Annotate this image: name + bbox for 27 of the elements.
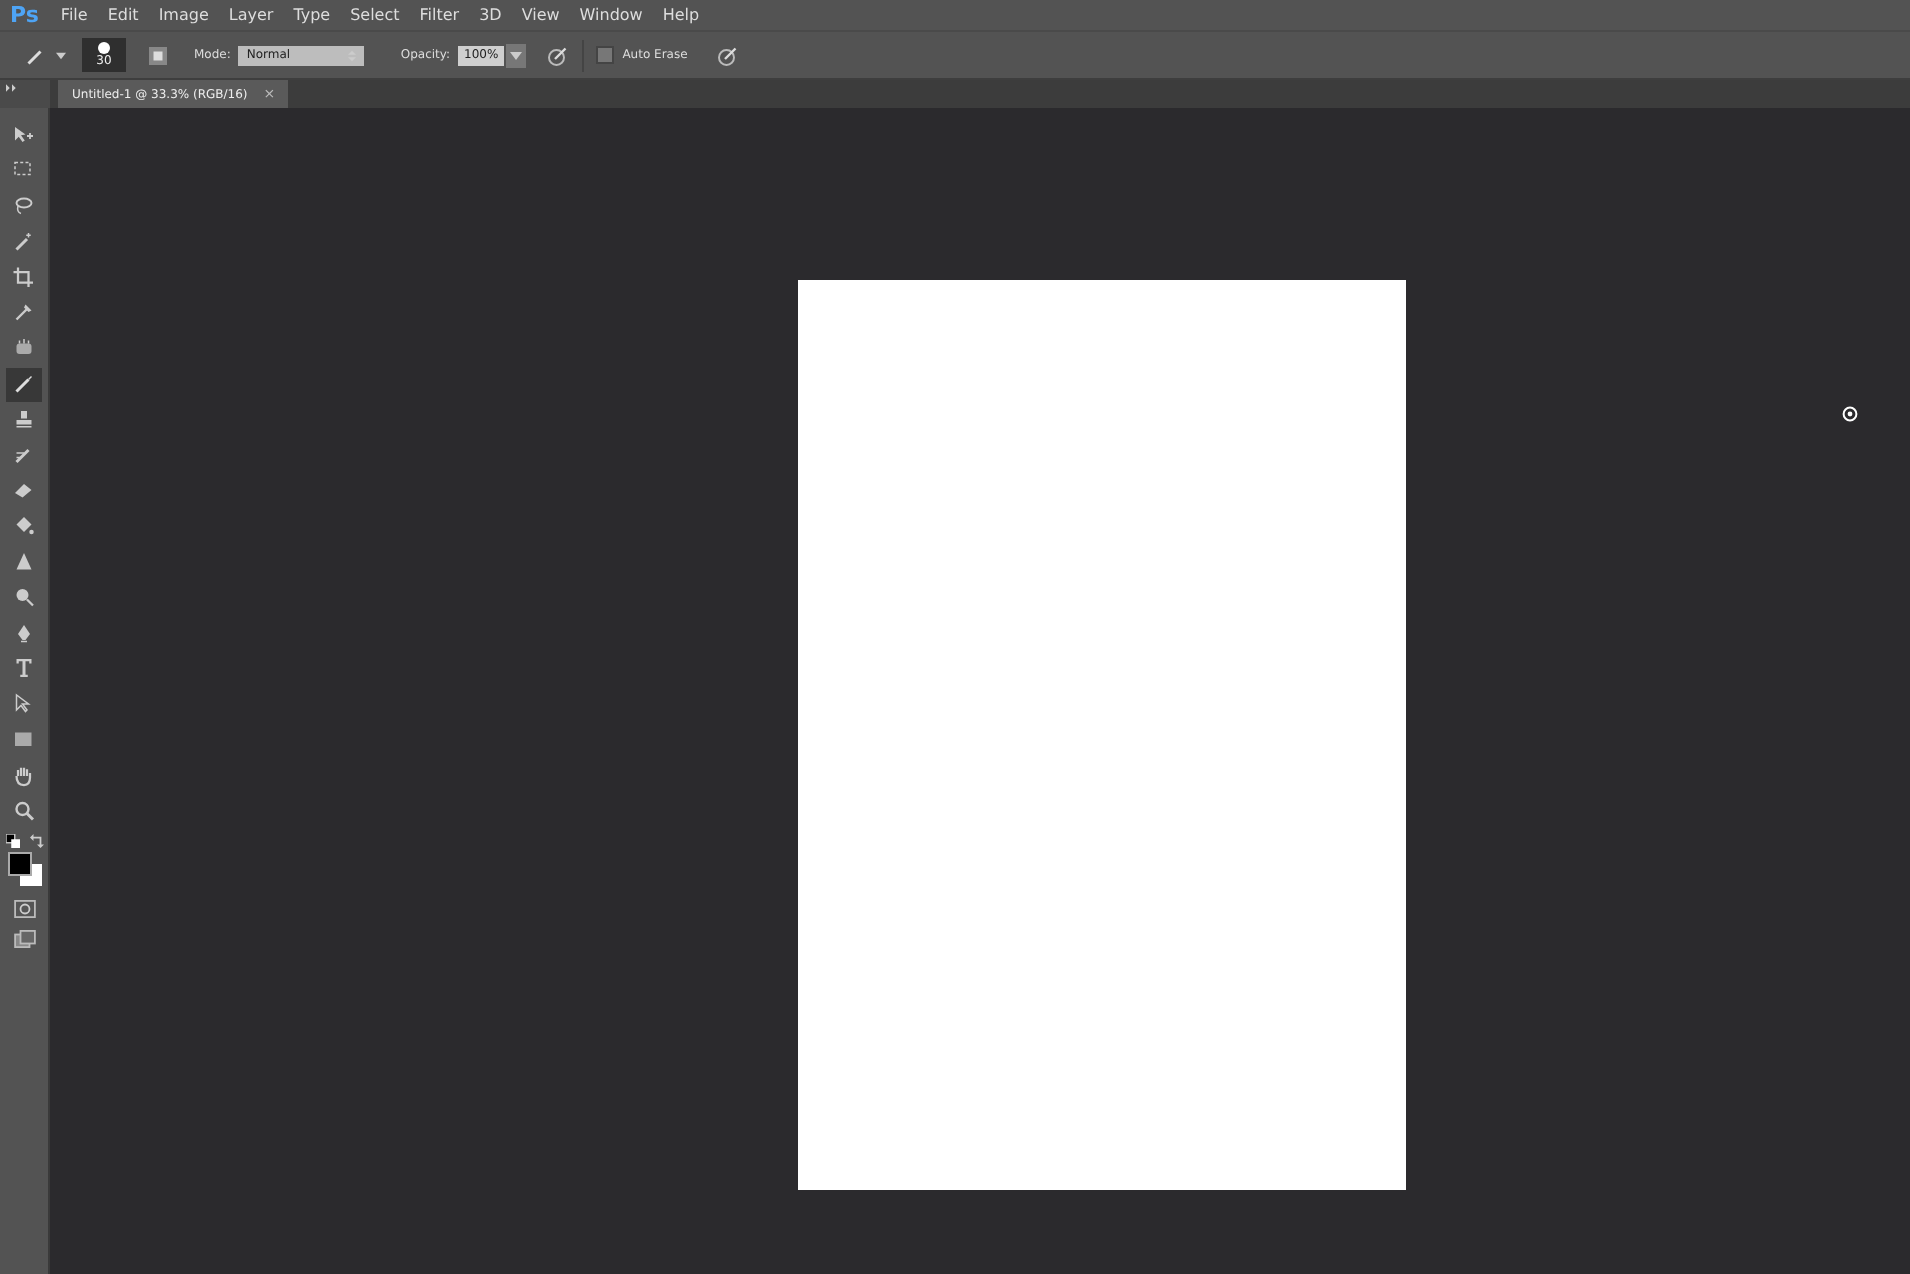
- menu-item[interactable]: Edit: [107, 6, 139, 24]
- auto-erase-checkbox[interactable]: [596, 46, 615, 64]
- menu-item[interactable]: Layer: [228, 6, 274, 24]
- brush-cursor-icon: [1842, 406, 1858, 422]
- menu-item[interactable]: 3D: [479, 6, 502, 24]
- quick-mask-icon[interactable]: [13, 899, 35, 918]
- swap-colors-icon[interactable]: [29, 833, 43, 848]
- menu-item[interactable]: File: [60, 6, 88, 24]
- menu-item[interactable]: View: [521, 6, 560, 24]
- screen-mode-icon[interactable]: [13, 929, 35, 948]
- caret-icon[interactable]: [510, 51, 523, 59]
- app-logo: Ps: [10, 2, 39, 28]
- pressure-icon[interactable]: [715, 43, 740, 67]
- pressure-icon[interactable]: [546, 43, 571, 67]
- default-colors-icon[interactable]: [5, 833, 19, 848]
- brush-tool-icon[interactable]: [6, 367, 42, 402]
- menu-item[interactable]: Window: [579, 6, 643, 24]
- menu-item[interactable]: Type: [293, 6, 331, 24]
- opacity-dropdown-button[interactable]: [506, 43, 527, 67]
- menu-item[interactable]: Select: [350, 6, 400, 24]
- expand-panel-icon[interactable]: [6, 84, 18, 92]
- color-swatches-drawing[interactable]: [4, 851, 44, 888]
- brush-panel-icon[interactable]: [146, 43, 170, 67]
- caret-icon[interactable]: [56, 51, 66, 59]
- menu-item[interactable]: Image: [158, 6, 209, 24]
- menu-item[interactable]: Help: [662, 6, 700, 24]
- menu-item[interactable]: Filter: [419, 6, 460, 24]
